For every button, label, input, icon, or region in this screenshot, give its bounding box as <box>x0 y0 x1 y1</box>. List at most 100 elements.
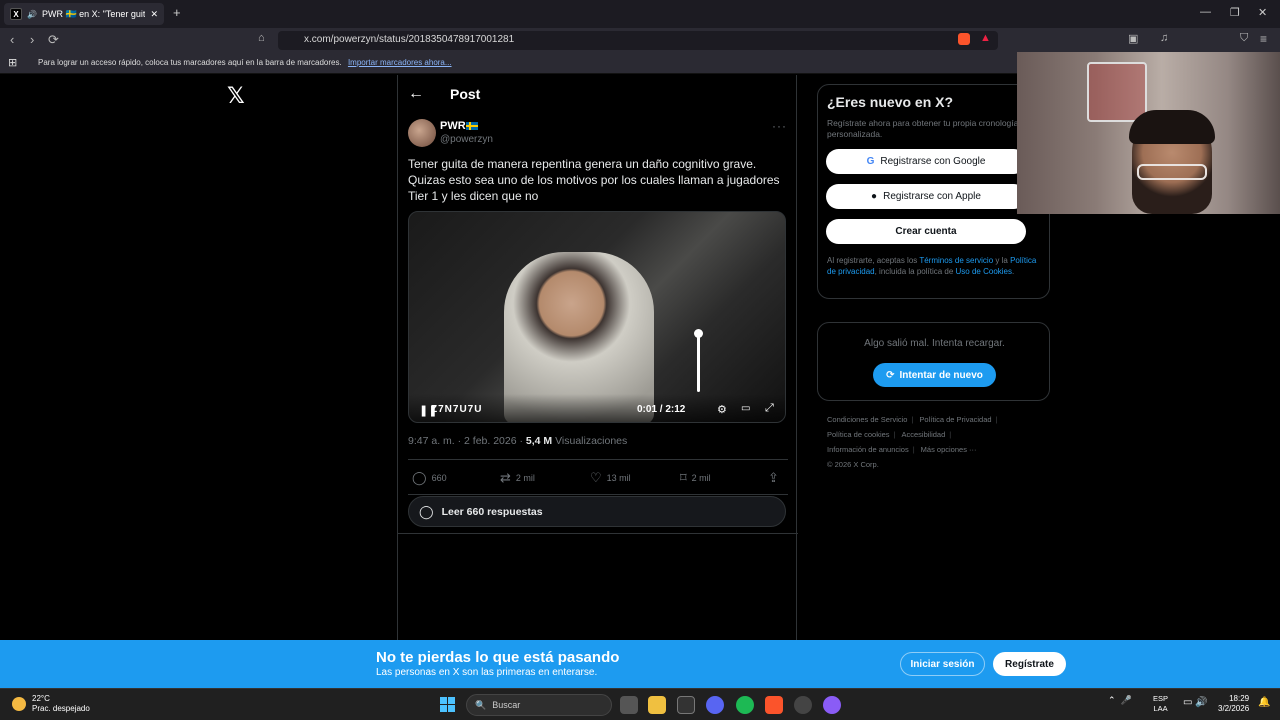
steam-icon[interactable] <box>794 696 812 714</box>
share-icon: ⇪ <box>768 470 779 485</box>
avatar[interactable] <box>408 119 436 147</box>
maximize-icon[interactable]: ❐ <box>1230 6 1240 19</box>
brave-rewards-icon[interactable]: ▲ <box>980 32 991 44</box>
read-replies-button[interactable]: ◯ Leer 660 respuestas <box>408 496 786 527</box>
create-account-label: Crear cuenta <box>895 226 957 237</box>
discord-icon[interactable] <box>706 696 724 714</box>
file-explorer-icon[interactable] <box>648 696 666 714</box>
music-icon[interactable]: ♫ <box>1160 32 1168 44</box>
terms-part: . <box>1012 267 1015 276</box>
back-arrow-icon[interactable]: ← <box>408 85 424 103</box>
bookmark-button[interactable]: ⌑ 2 mil <box>680 470 711 486</box>
spotify-icon[interactable] <box>736 696 754 714</box>
import-bookmarks-link[interactable]: Importar marcadores ahora... <box>348 58 452 67</box>
footer-privacy-link[interactable]: Política de Privacidad <box>919 415 991 424</box>
forward-icon[interactable]: › <box>30 32 34 47</box>
apple-signup-button[interactable]: ● Registrarse con Apple <box>826 184 1026 209</box>
footer-accessibility-link[interactable]: Accesibilidad <box>902 430 946 439</box>
speaker-icon[interactable]: 🔊 <box>27 10 37 19</box>
webcam-background-shelf <box>1087 62 1147 122</box>
video-time: 0:01 / 2:12 <box>637 404 686 415</box>
x-favicon-icon: X <box>10 8 22 20</box>
windows-start-icon[interactable] <box>440 697 455 712</box>
post-timestamp[interactable]: 9:47 a. m. · 2 feb. 2026 · <box>408 435 526 447</box>
tab-close-icon[interactable]: ✕ <box>150 9 158 20</box>
notification-icon[interactable]: 🔔 <box>1258 697 1270 708</box>
views-label: Visualizaciones <box>552 435 628 447</box>
obs-icon[interactable] <box>823 696 841 714</box>
google-signup-button[interactable]: G Registrarse con Google <box>826 149 1026 174</box>
banner-subtitle: Las personas en X son las primeras en en… <box>376 667 598 678</box>
repost-button[interactable]: ⇄ 2 mil <box>500 470 535 486</box>
terms-link[interactable]: Términos de servicio <box>919 256 993 265</box>
browser-tab[interactable]: X 🔊 PWR 🇸🇪 en X: "Tener guita de ✕ <box>4 3 164 25</box>
browser-nav-bar: ‹ › ⟳ ⌂ x.com/powerzyn/status/2018350478… <box>0 28 1280 52</box>
author-handle[interactable]: @powerzyn <box>440 134 493 145</box>
brave-shield-icon[interactable] <box>958 33 970 45</box>
volume-slider[interactable] <box>694 329 703 392</box>
signup-banner: No te pierdas lo que está pasando Las pe… <box>0 640 1280 688</box>
left-column: 𝕏 <box>0 75 397 640</box>
apple-signup-label: Registrarse con Apple <box>883 191 981 202</box>
retry-label: Intentar de nuevo <box>899 369 983 381</box>
post-header-title: Post <box>450 86 481 102</box>
footer-copyright: © 2026 X Corp. <box>827 460 879 469</box>
share-button[interactable]: ⇪ <box>768 470 779 486</box>
sidebar-icon[interactable]: ▣ <box>1128 32 1138 45</box>
settings-gear-icon[interactable]: ⚙ <box>717 403 727 416</box>
like-button[interactable]: ♡ 13 mil <box>590 470 631 486</box>
reply-count: 660 <box>431 473 447 483</box>
url-bar[interactable]: x.com/powerzyn/status/201835047891700128… <box>278 31 998 50</box>
sweden-flag-icon <box>466 122 478 130</box>
signup-description: Regístrate ahora para obtener tu propia … <box>827 118 1019 139</box>
like-count: 13 mil <box>606 473 631 483</box>
author-name[interactable]: PWR <box>440 120 466 132</box>
create-account-button[interactable]: Crear cuenta <box>826 219 1026 244</box>
weather-widget[interactable]: 22°C Prac. despejado <box>12 694 90 714</box>
video-player[interactable]: ❚❚ Z7N7U7U 0:01 / 2:12 ⚙ ▭ ⤢ <box>408 211 786 423</box>
reply-button[interactable]: ◯ 660 <box>412 470 447 486</box>
back-icon[interactable]: ‹ <box>10 32 14 47</box>
clock-time: 18:29 <box>1229 694 1250 703</box>
footer-cookies-link[interactable]: Política de cookies <box>827 430 890 439</box>
search-label: Buscar <box>492 700 521 710</box>
login-button[interactable]: Iniciar sesión <box>900 652 985 676</box>
new-tab-button[interactable]: + <box>173 5 181 20</box>
bookmark-icon[interactable]: ⌂ <box>258 32 265 44</box>
taskbar-clock[interactable]: 18:29 3/2/2026 <box>1218 694 1249 714</box>
picture-in-picture-icon[interactable]: ▭ <box>741 403 750 414</box>
x-logo-icon[interactable]: 𝕏 <box>227 83 245 109</box>
brave-browser-icon[interactable] <box>765 696 783 714</box>
footer-tos-link[interactable]: Condiciones de Servicio <box>827 415 907 424</box>
terms-part: , incluida la política de <box>874 267 956 276</box>
signup-button[interactable]: Regístrate <box>993 652 1066 676</box>
network-icon[interactable]: ▭ 🔊 <box>1183 697 1208 708</box>
system-tray-icon[interactable]: ⌃ 🎤 <box>1108 695 1132 706</box>
cookies-link[interactable]: Uso de Cookies <box>956 267 1012 276</box>
language-code: ESP <box>1153 694 1169 703</box>
shield-icon[interactable]: ⛉ <box>1240 32 1248 45</box>
terms-part: Al registrarte, aceptas los <box>827 256 920 265</box>
retry-button[interactable]: ⟳ Intentar de nuevo <box>873 363 996 387</box>
footer-more-link[interactable]: Más opciones ··· <box>921 445 977 454</box>
minimize-icon[interactable]: — <box>1200 6 1211 18</box>
signup-card: ¿Eres nuevo en X? Regístrate ahora para … <box>817 84 1050 299</box>
bookmark-count: 2 mil <box>691 473 711 483</box>
footer-ads-link[interactable]: Información de anuncios <box>827 445 909 454</box>
close-window-icon[interactable]: ✕ <box>1258 6 1267 19</box>
task-view-icon[interactable] <box>620 696 638 714</box>
reload-icon[interactable]: ⟳ <box>48 32 59 48</box>
app-icon[interactable] <box>677 696 695 714</box>
bookmarks-grid-icon[interactable]: ⊞ <box>8 56 17 69</box>
post-meta: 9:47 a. m. · 2 feb. 2026 · 5,4 M Visuali… <box>408 435 627 447</box>
bookmarks-hint: Para lograr un acceso rápido, coloca tus… <box>38 58 342 67</box>
clock-date: 3/2/2026 <box>1218 704 1250 713</box>
menu-icon[interactable]: ≡ <box>1260 32 1267 46</box>
more-options-icon[interactable]: ··· <box>772 119 787 133</box>
language-indicator[interactable]: ESP LAA <box>1153 694 1168 714</box>
google-icon: G <box>866 156 875 167</box>
fullscreen-icon[interactable]: ⤢ <box>765 402 774 415</box>
repost-icon: ⇄ <box>500 470 511 485</box>
apple-icon: ● <box>871 191 878 202</box>
taskbar-search[interactable]: 🔍 Buscar <box>466 694 612 716</box>
